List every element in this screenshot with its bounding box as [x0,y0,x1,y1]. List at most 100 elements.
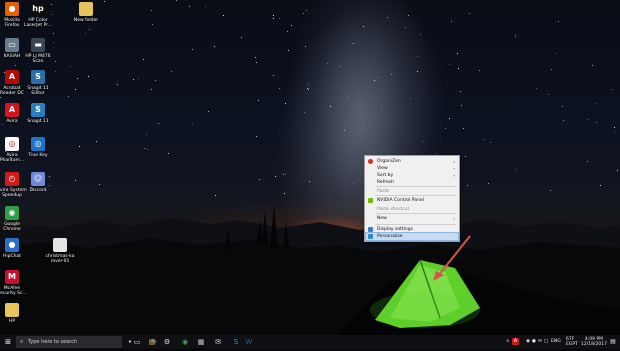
menu-item-organizen[interactable]: OrganiZen › [366,158,458,165]
search-placeholder: Type here to search [28,339,78,345]
shortcut-label: Speedup [2,193,22,198]
menu-item-label: View [377,166,388,171]
hp-folder-icon [5,303,19,317]
shortcut-label: HipChat [2,254,21,259]
menu-item-paste: Paste [366,188,458,195]
shortcut-label: New folder [73,18,99,23]
avira-icon: A [5,103,19,117]
avira-phantom-vpn-icon: ◎ [5,137,19,151]
hp-folder-shortcut[interactable]: HP [0,303,29,324]
organizen-icon [368,159,373,164]
menu-item-label: NVIDIA Control Panel [377,198,424,203]
task-view-icon[interactable]: ▭ [131,335,143,349]
submenu-arrow-icon: › [453,173,455,178]
mcafee-icon: M [5,270,19,284]
weather-line-2: EGPT [566,342,578,347]
google-chrome-icon: ◉ [5,206,19,220]
snagit-icon: S [31,103,45,117]
notification-center-icon[interactable]: ▤ [607,335,619,349]
hipchat-shortcut[interactable]: ● HipChat [0,238,29,259]
skype-icon[interactable]: S [230,335,242,349]
menu-item-new[interactable]: New › [366,215,458,222]
display-icon [368,227,373,232]
avira-system-speedup-icon: ◴ [5,172,19,186]
menu-separator [376,213,456,214]
menu-separator [376,224,456,225]
calculator-icon[interactable]: ▦ [195,335,207,349]
settings-icon[interactable]: ⚙ [161,335,173,349]
word-icon[interactable]: W [243,335,255,349]
shortcut-label: True Key [28,153,48,158]
hp-printer-launcher-shortcut[interactable]: hp HP Color LaserJet Pr... [21,2,55,28]
new-folder-shortcut[interactable]: New folder [69,2,103,23]
menu-item-label: Display settings [377,227,413,232]
mcafee-shortcut[interactable]: M McAfee Security Sc... [0,270,29,296]
mail-icon[interactable]: ✉ [212,335,224,349]
christmas-image-shortcut[interactable]: christmas-ka rover-01 [43,238,77,264]
new-folder-icon [79,2,93,16]
shortcut-label: Editor [31,91,45,96]
start-button[interactable]: ⊞ [2,335,14,349]
taskbar: ⊞ ⌕ Type here to search • ▭ Ps ⚙ ▤ ◉ ▦ ✉ S W ∧ A … [0,335,620,349]
menu-item-sort-by[interactable]: Sort by › [366,172,458,179]
file-explorer-icon[interactable]: ▤ [146,335,158,349]
snagit-shortcut[interactable]: S Snagit 11 [21,103,55,124]
christmas-image-icon [53,238,67,252]
desktop-wallpaper[interactable]: ● Mozilla Firefox hp HP Color LaserJet Pr... N… [0,0,620,335]
menu-item-label: Sort by [377,173,394,178]
menu-item-paste-shortcut: Paste shortcut [366,206,458,213]
menu-separator [376,186,456,187]
kasiah-computer-icon: ▭ [5,38,19,52]
hp-scan-shortcut[interactable]: ▬ HP LJ M476 Scan [21,38,55,64]
shortcut-label: Snagit 11 [27,119,49,124]
menu-item-label: Paste [377,189,390,194]
context-menu: OrganiZen › View › Sort by › Refresh Paste NVIDI… [364,155,460,242]
submenu-arrow-icon: › [453,166,455,171]
shortcut-label: Chrome [3,227,21,232]
annotation-arrow [433,235,471,281]
menu-item-view[interactable]: View › [366,165,458,172]
menu-item-personalize[interactable]: Personalize [365,232,459,241]
menu-item-refresh[interactable]: Refresh [366,179,458,186]
snagit-editor-icon: S [31,70,45,84]
menu-item-label: OrganiZen [377,159,401,164]
menu-item-label: Personalize [377,234,403,239]
google-chrome-shortcut[interactable]: ◉ Google Chrome [0,206,29,232]
snagit-editor-shortcut[interactable]: S Snagit 11 Editor [21,70,55,96]
hp-printer-launcher-icon: hp [31,2,45,16]
language-indicator[interactable]: ENG [551,335,561,349]
submenu-arrow-icon: › [453,159,455,164]
shortcut-label: HP [8,319,16,324]
search-box[interactable]: ⌕ Type here to search [16,336,122,348]
discord-shortcut[interactable]: ☺ Discord [21,172,55,193]
shortcut-label: Security Sc... [0,291,27,296]
menu-item-display-settings[interactable]: Display settings [366,226,458,233]
chrome-taskbar-icon[interactable]: ◉ [179,335,191,349]
nvidia-icon [368,198,373,203]
shortcut-label: Scan [32,59,44,64]
tray-icons: ◉ ● ✉ □ ENG [525,335,565,349]
hp-scan-icon: ▬ [31,38,45,52]
menu-item-label: New [377,216,387,221]
true-key-icon: ◎ [31,137,45,151]
search-icon: ⌕ [20,338,24,345]
hipchat-icon: ● [5,238,19,252]
display-tray-icon[interactable]: □ [543,335,549,349]
menu-separator [376,195,456,196]
acrobat-reader-icon: A [5,70,19,84]
true-key-shortcut[interactable]: ◎ True Key [21,137,55,158]
shortcut-label: LaserJet Pr... [24,23,52,28]
shortcut-label: Discord [29,188,47,193]
avira-tray-icon[interactable]: A [512,338,519,345]
tray-overflow-icon[interactable]: ∧ [506,339,509,344]
submenu-arrow-icon: › [453,216,455,221]
personalize-icon [368,234,373,239]
shortcut-label: Phantom... [0,158,25,163]
menu-item-nvidia-control-panel[interactable]: NVIDIA Control Panel [366,197,458,204]
clock-date: 12/18/2017 [581,342,607,347]
menu-item-label: Paste shortcut [377,207,410,212]
menu-item-label: Refresh [377,180,394,185]
shortcut-label: rover-01 [50,259,70,264]
discord-icon: ☺ [31,172,45,186]
firefox-icon: ● [5,2,19,16]
